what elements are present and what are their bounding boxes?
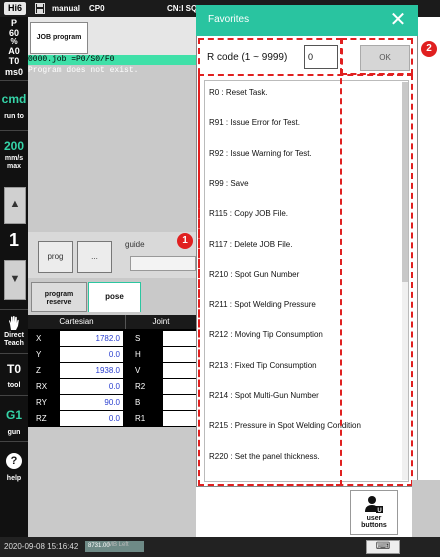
tab-program-reserve[interactable]: program reserve (31, 282, 87, 312)
cn-sq-indicator: CN:I SQ: (167, 4, 200, 13)
table-row: RZ 0.0 R1 (28, 411, 196, 427)
gun-label[interactable]: gun (0, 428, 28, 437)
joint-label: R2 (131, 379, 161, 394)
axis-value: 0.0 (60, 411, 123, 426)
close-icon[interactable]: ✕ (386, 8, 410, 32)
joint-value (163, 347, 196, 362)
speed-value[interactable]: 200 (0, 139, 28, 153)
axis-value: 0.0 (60, 347, 123, 362)
datetime: 2020-09-08 15:16:42 (4, 542, 79, 551)
mode-indicator: manual (52, 4, 81, 13)
help-label[interactable]: help (0, 474, 28, 483)
user-buttons-button[interactable]: U user buttons (350, 490, 398, 535)
annotation-box-list (198, 74, 413, 486)
p-label: P (10, 18, 17, 28)
speed-max-label: max (6, 163, 21, 170)
direct-teach-label-2[interactable]: Teach (0, 339, 28, 348)
user-icon: U (351, 495, 397, 515)
hi6-logo[interactable]: Hi6 (4, 2, 26, 15)
axis-label: Y (28, 347, 58, 362)
header-cartesian: Cartesian (28, 315, 126, 329)
tab-job-program[interactable]: JOB program (30, 22, 88, 54)
axis-value: 1938.0 (60, 363, 123, 378)
cp-indicator: CP0 (89, 4, 105, 13)
axis-value: 90.0 (60, 395, 123, 410)
save-icon[interactable] (35, 3, 45, 14)
annotation-box-2 (341, 38, 413, 75)
tool-label[interactable]: tool (0, 381, 28, 390)
axis-label: RX (28, 379, 58, 394)
ms-value: ms0 (4, 67, 23, 77)
table-row: Y 0.0 H (28, 347, 196, 363)
joint-value (163, 363, 196, 378)
t-value: T0 (8, 56, 20, 66)
svg-text:U: U (377, 508, 381, 514)
joint-label: B (131, 395, 161, 410)
hand-icon[interactable] (0, 315, 28, 331)
pose-table: Cartesian Joint X 1782.0 S Y 0.0 H Z 1938.0 V RX 0… (28, 315, 196, 427)
annotation-badge-1: 1 (177, 233, 193, 249)
user-buttons-label-2: buttons (361, 522, 387, 529)
step-value: 1 (8, 230, 19, 250)
joint-label: H (131, 347, 161, 362)
prog-button[interactable]: prog (38, 241, 73, 273)
joint-value (163, 331, 196, 346)
cmd-label[interactable]: cmd (0, 92, 28, 106)
table-row: RY 90.0 B (28, 395, 196, 411)
axis-label: X (28, 331, 58, 346)
step-up-button[interactable]: ▲ (4, 187, 26, 224)
table-row: X 1782.0 S (28, 331, 196, 347)
joint-value (163, 411, 196, 426)
step-down-button[interactable]: ▼ (4, 260, 26, 300)
guide-label: guide (125, 240, 145, 249)
left-status-column: P 60 % A0 T0 ms0 cmd run to 200 mm/s max… (0, 17, 28, 537)
header-joint: Joint (126, 315, 196, 329)
user-buttons-label-1: user (366, 515, 382, 522)
annotation-badge-2: 2 (421, 41, 437, 57)
speed-unit: mm/s (4, 155, 24, 162)
axis-label: Z (28, 363, 58, 378)
tab-reserve-line2: reserve (46, 299, 72, 306)
axis-label: RY (28, 395, 58, 410)
joint-value (163, 379, 196, 394)
table-row: RX 0.0 R2 (28, 379, 196, 395)
tab-reserve-line1: program (44, 291, 74, 298)
axis-value: 1782.0 (60, 331, 123, 346)
run-to-label[interactable]: run to (0, 112, 28, 121)
gun-value[interactable]: G1 (0, 408, 28, 422)
program-message: Program does not exist. (28, 66, 139, 75)
tab-pose[interactable]: pose (88, 282, 141, 312)
a-value: A0 (8, 46, 20, 56)
tool-value[interactable]: T0 (0, 362, 28, 376)
more-button[interactable]: ... (77, 241, 112, 273)
right-edge-panel (412, 480, 440, 537)
job-status-line: 0000.job =P0/S0/F0 (28, 55, 196, 65)
joint-label: V (131, 363, 161, 378)
joint-label: S (131, 331, 161, 346)
guide-field[interactable] (130, 256, 196, 271)
joint-label: R1 (131, 411, 161, 426)
table-row: Z 1938.0 V (28, 363, 196, 379)
help-icon[interactable]: ? (6, 453, 22, 469)
memory-unit: MB Left (108, 542, 129, 548)
axis-value: 0.0 (60, 379, 123, 394)
favorites-title: Favorites (208, 14, 250, 25)
axis-label: RZ (28, 411, 58, 426)
keyboard-icon[interactable]: ⌨ (366, 540, 400, 554)
joint-value (163, 395, 196, 410)
